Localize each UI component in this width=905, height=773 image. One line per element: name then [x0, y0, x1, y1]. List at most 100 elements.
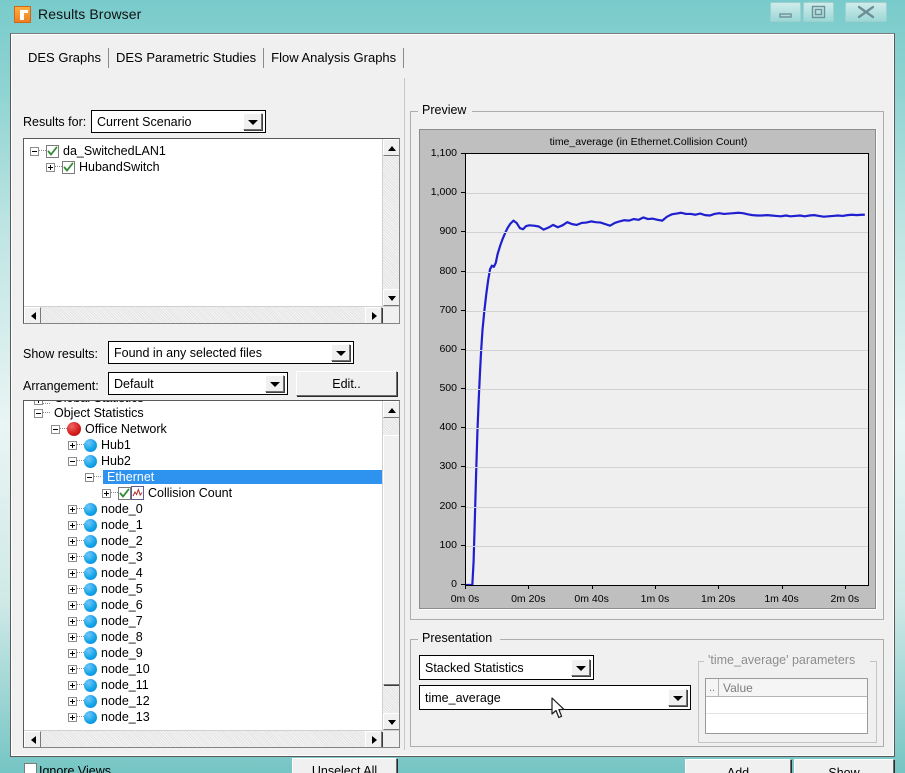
- tree-row[interactable]: da_SwitchedLAN1: [30, 143, 383, 159]
- tree-connector: [77, 620, 84, 622]
- tab-des-graphs[interactable]: DES Graphs: [23, 48, 109, 68]
- scroll-track[interactable]: [383, 156, 399, 289]
- results-for-value: Current Scenario: [97, 114, 192, 129]
- tab-strip: DES Graphs DES Parametric Studies Flow A…: [23, 44, 405, 68]
- tree-connector: [77, 556, 84, 558]
- presentation-type-combo[interactable]: Stacked Statistics: [419, 655, 594, 680]
- blue-node-icon: [84, 662, 97, 676]
- client-area: DES Graphs DES Parametric Studies Flow A…: [10, 33, 895, 773]
- parameters-table-row[interactable]: [706, 697, 867, 714]
- collapse-icon[interactable]: [68, 456, 77, 466]
- chart-y-tick-label: 400: [439, 421, 457, 434]
- statistics-tree-vscrollbar[interactable]: [382, 401, 399, 730]
- expand-icon[interactable]: [68, 616, 77, 626]
- results-for-combo[interactable]: Current Scenario: [91, 110, 266, 133]
- tree-row[interactable]: Office Network: [30, 421, 383, 437]
- collapse-icon[interactable]: [85, 472, 94, 482]
- tree-row[interactable]: node_5: [30, 581, 383, 597]
- chart-y-tick-mark: [461, 466, 465, 467]
- tree-row[interactable]: Hub2: [30, 453, 383, 469]
- tree-row-label: node_1: [101, 518, 143, 532]
- expand-icon[interactable]: [46, 162, 55, 172]
- statistics-tree-hscrollbar[interactable]: [24, 730, 399, 747]
- expand-icon[interactable]: [68, 536, 77, 546]
- scroll-left-button[interactable]: [24, 731, 41, 747]
- statistics-tree[interactable]: Global StatisticsObject StatisticsOffice…: [24, 401, 383, 731]
- expand-icon[interactable]: [68, 680, 77, 690]
- expand-icon[interactable]: [68, 552, 77, 562]
- scroll-left-button[interactable]: [24, 307, 41, 323]
- statistic-combo[interactable]: time_average: [419, 685, 691, 710]
- red-node-icon: [67, 422, 81, 436]
- add-button[interactable]: Add: [685, 759, 791, 773]
- expand-icon[interactable]: [68, 520, 77, 530]
- tree-row[interactable]: node_6: [30, 597, 383, 613]
- tree-row[interactable]: node_7: [30, 613, 383, 629]
- expand-icon[interactable]: [68, 712, 77, 722]
- tab-des-parametric-studies[interactable]: DES Parametric Studies: [109, 48, 265, 68]
- ignore-views-checkbox[interactable]: [24, 763, 37, 773]
- tree-checkbox[interactable]: [46, 144, 59, 158]
- show-results-combo[interactable]: Found in any selected files: [108, 341, 354, 364]
- tree-row[interactable]: node_3: [30, 549, 383, 565]
- expand-icon[interactable]: [68, 648, 77, 658]
- parameters-col-value: Value: [723, 680, 753, 695]
- scenario-tree-hscrollbar[interactable]: [24, 306, 399, 323]
- tree-row[interactable]: node_2: [30, 533, 383, 549]
- scroll-down-button[interactable]: [383, 289, 399, 306]
- tree-row[interactable]: node_11: [30, 677, 383, 693]
- tree-checkbox[interactable]: [118, 486, 131, 500]
- expand-icon[interactable]: [68, 696, 77, 706]
- scroll-up-button[interactable]: [383, 139, 399, 156]
- expand-icon[interactable]: [68, 632, 77, 642]
- tree-row[interactable]: Ethernet: [30, 469, 383, 485]
- expand-icon[interactable]: [68, 664, 77, 674]
- parameters-table-row[interactable]: [706, 714, 867, 730]
- minimize-button[interactable]: [770, 2, 801, 22]
- scroll-right-button[interactable]: [365, 731, 382, 747]
- collapse-icon[interactable]: [34, 408, 43, 418]
- close-button[interactable]: [845, 2, 887, 22]
- tree-row[interactable]: node_4: [30, 565, 383, 581]
- tree-checkbox[interactable]: [62, 160, 75, 174]
- scroll-thumb[interactable]: [383, 435, 399, 685]
- edit-button[interactable]: Edit..: [296, 371, 397, 396]
- scenario-tree-vscrollbar[interactable]: [382, 139, 399, 306]
- expand-icon[interactable]: [68, 504, 77, 514]
- tab-flow-analysis-graphs[interactable]: Flow Analysis Graphs: [264, 48, 405, 68]
- expand-icon[interactable]: [68, 584, 77, 594]
- tree-row[interactable]: HubandSwitch: [30, 159, 383, 175]
- blue-node-icon: [84, 518, 97, 532]
- tree-row[interactable]: node_12: [30, 693, 383, 709]
- tree-row[interactable]: Object Statistics: [30, 405, 383, 421]
- tree-row[interactable]: node_9: [30, 645, 383, 661]
- scroll-right-button[interactable]: [365, 307, 382, 323]
- tree-row[interactable]: node_0: [30, 501, 383, 517]
- chevron-down-icon[interactable]: [243, 113, 262, 130]
- scroll-down-button[interactable]: [383, 713, 399, 730]
- expand-icon[interactable]: [102, 488, 111, 498]
- tree-row[interactable]: Hub1: [30, 437, 383, 453]
- collapse-icon[interactable]: [51, 424, 60, 434]
- tree-row[interactable]: Collision Count: [30, 485, 383, 501]
- tree-row[interactable]: node_1: [30, 517, 383, 533]
- scroll-up-button[interactable]: [383, 401, 399, 418]
- chevron-down-icon[interactable]: [668, 689, 687, 706]
- maximize-button[interactable]: [803, 2, 834, 22]
- parameters-table[interactable]: .. Value: [705, 678, 868, 734]
- chevron-down-icon[interactable]: [571, 659, 590, 676]
- tree-row[interactable]: node_10: [30, 661, 383, 677]
- tree-row[interactable]: node_13: [30, 709, 383, 725]
- expand-icon[interactable]: [68, 568, 77, 578]
- show-button[interactable]: Show: [794, 759, 894, 773]
- chevron-down-icon[interactable]: [331, 344, 350, 361]
- arrangement-combo[interactable]: Default: [108, 372, 288, 395]
- tree-row[interactable]: node_8: [30, 629, 383, 645]
- collapse-icon[interactable]: [30, 146, 39, 156]
- unselect-all-button[interactable]: Unselect All: [292, 758, 397, 773]
- scenario-tree[interactable]: da_SwitchedLAN1 HubandSwitch: [24, 139, 383, 307]
- chart-container[interactable]: time_average (in Ethernet.Collision Coun…: [419, 129, 876, 609]
- chevron-down-icon[interactable]: [265, 375, 284, 392]
- expand-icon[interactable]: [68, 600, 77, 610]
- expand-icon[interactable]: [68, 440, 77, 450]
